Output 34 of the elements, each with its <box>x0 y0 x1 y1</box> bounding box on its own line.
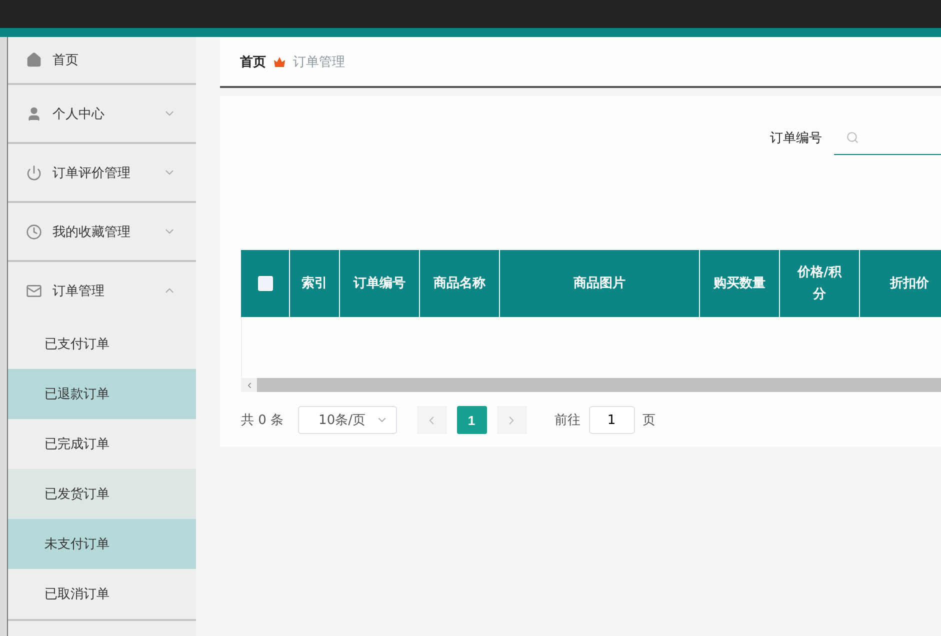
goto-page-field[interactable]: 1 <box>588 406 635 434</box>
power-icon <box>26 164 42 180</box>
table-header-cell: 订单编号 <box>340 250 420 317</box>
page-size-select[interactable]: 10条/页 <box>298 406 397 434</box>
table-header-cell: 商品图片 <box>500 250 700 317</box>
crown-icon <box>274 56 285 66</box>
goto-label: 前往 <box>554 412 581 429</box>
select-all-checkbox[interactable] <box>258 276 272 291</box>
table-header-cell: 价格/积分 <box>780 250 860 317</box>
clock-icon <box>26 224 42 240</box>
submenu-item[interactable]: 已退款订单 <box>8 369 196 419</box>
breadcrumb-link[interactable]: 首页 <box>240 52 266 70</box>
total-count: 共 0 条 <box>241 412 284 429</box>
submenu-item[interactable]: 未支付订单 <box>8 519 196 569</box>
sidebar-menu-item[interactable]: 个人中心 <box>8 85 196 144</box>
table-header-cell: 购买数量 <box>700 250 780 317</box>
search-icon <box>846 131 859 144</box>
next-page-button[interactable] <box>496 406 527 434</box>
submenu-item[interactable]: 已发货订单 <box>8 469 196 519</box>
page-unit-label: 页 <box>642 412 656 429</box>
table-header-cell: 商品名称 <box>420 250 500 317</box>
sidebar-menu-item[interactable]: 订单管理 <box>8 262 196 319</box>
search-label: 订单编号 <box>770 130 822 147</box>
mail-icon <box>26 282 42 298</box>
sidebar-menu-item[interactable]: 首页 <box>8 37 196 85</box>
sidebar-menu-item[interactable]: 订单评价管理 <box>8 144 196 203</box>
user-icon <box>26 106 42 122</box>
table-header-cell: 折扣价 <box>860 250 941 317</box>
home-icon <box>26 52 42 68</box>
previous-page-button[interactable] <box>416 406 447 434</box>
sidebar-menu-item[interactable]: 我的收藏管理 <box>8 203 196 262</box>
table-header-cell: 索引 <box>290 250 340 317</box>
horizontal-scrollbar[interactable] <box>241 378 941 392</box>
breadcrumb-text: 订单管理 <box>293 54 345 70</box>
